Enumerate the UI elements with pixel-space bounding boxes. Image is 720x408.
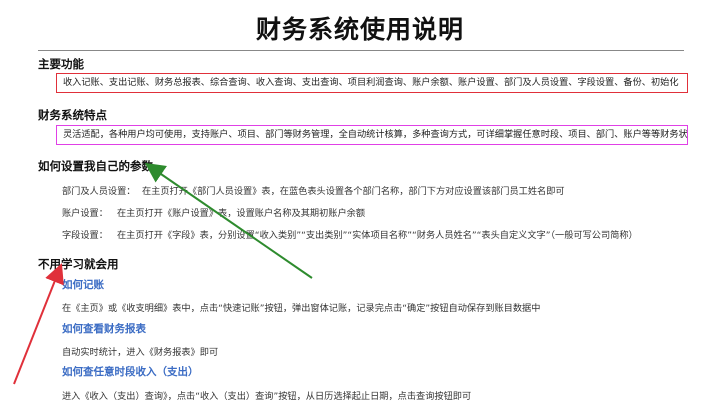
setup-row-label: 字段设置： [62,230,108,241]
how-to-view-report-title: 如何查看财务报表 [62,323,146,335]
no-learning-heading: 不用学习就会用 [38,257,119,271]
how-to-query-title: 如何查任意时段收入（支出） [62,366,199,378]
features-heading: 财务系统特点 [38,108,107,122]
red-arrow [13,263,64,385]
main-functions-heading: 主要功能 [38,57,84,71]
page-title: 财务系统使用说明 [255,15,464,44]
features-box: 灵活适配，各种用户均可使用，支持账户、项目、部门等财务管理，全自动统计核算，多种… [56,125,688,145]
setup-row-text: 在主页打开《部门人员设置》表，在蓝色表头设置各个部门名称，部门下方对应设置该部门… [142,186,565,197]
setup-row-department: 部门及人员设置： 在主页打开《部门人员设置》表，在蓝色表头设置各个部门名称，部门下… [62,183,565,197]
setup-row-text: 在主页打开《字段》表，分别设置“收入类别”“支出类别”“实体项目名称”“财务人员… [117,230,638,241]
setup-row-field: 字段设置： 在主页打开《字段》表，分别设置“收入类别”“支出类别”“实体项目名称”… [62,227,638,241]
how-to-view-report-text: 自动实时统计，进入《财务报表》即可 [62,347,219,358]
setup-row-text: 在主页打开《账户设置》表，设置账户名称及其期初账户余额 [117,208,366,219]
setup-heading: 如何设置我自己的参数 [38,159,153,173]
setup-row-label: 账户设置： [62,208,108,219]
setup-row-label: 部门及人员设置： [62,186,136,197]
how-to-record-title: 如何记账 [62,279,104,291]
how-to-query-text: 进入《收入（支出）查询》，点击“收入（支出）查询”按钮，从日历选择起止日期，点击… [62,391,472,402]
how-to-record-text: 在《主页》或《收支明细》表中，点击“快速记账”按钮，弹出窗体记账，记录完点击“确… [62,303,541,314]
title-divider [38,50,684,51]
setup-row-account: 账户设置： 在主页打开《账户设置》表，设置账户名称及其期初账户余额 [62,205,365,219]
main-functions-box: 收入记账、支出记账、财务总报表、综合查询、收入查询、支出查询、项目利润查询、账户… [56,73,688,93]
